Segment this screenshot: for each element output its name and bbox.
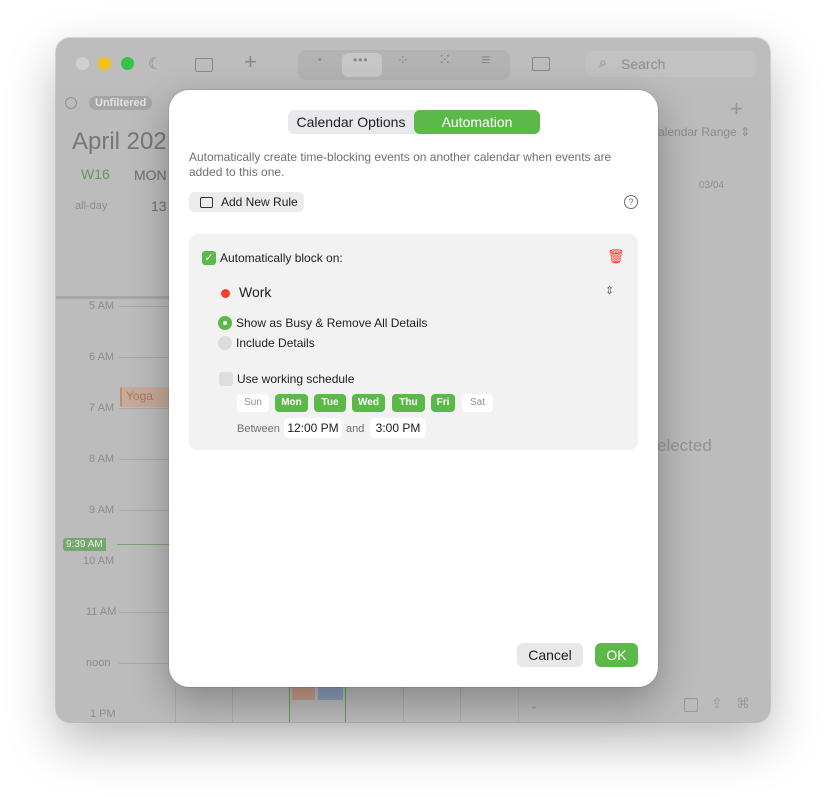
inspector-toggle-icon[interactable] [532,57,550,71]
day-toggle-sat[interactable]: Sat [462,394,493,412]
calendar-color-dot [221,289,230,298]
day-toggle-wed[interactable]: Wed [352,394,385,412]
search-icon: ⌕ [599,54,607,70]
add-new-rule-button[interactable]: Add New Rule [189,192,304,212]
day-toggle-fri[interactable]: Fri [431,394,455,412]
toolbar: ☾ + • ••• ⁘ ⁙ ≡ ⌕ Search [56,38,770,88]
filter-icon[interactable] [65,97,77,109]
allday-divider [56,296,169,299]
day-toggle-thu[interactable]: Thu [392,394,425,412]
zoom-window-button[interactable] [121,57,134,70]
calendar-range-selector[interactable]: alendar Range ⇕ [658,125,750,139]
end-time-field[interactable]: 3:00 PM [370,418,426,438]
day-column-divider [175,686,176,722]
day-column-divider [345,686,346,722]
add-icon[interactable]: + [730,96,743,122]
hour-gridline [119,306,169,307]
hour-label: 1 PM [90,708,116,720]
target-calendar-name: Work [239,284,272,300]
tab-calendar-options[interactable]: Calendar Options [288,110,414,134]
current-time-line [117,544,169,545]
day-column-divider [460,686,461,722]
hour-gridline [119,510,169,511]
automation-rule-panel: ✓ Automatically block on: 🗑 Work ⇕ Show … [189,234,638,450]
calendar-settings-sheet: Calendar Options Automation Automaticall… [169,90,658,687]
tab-bar: Calendar Options Automation [288,110,540,134]
day-column-divider [403,686,404,722]
date-label: 03/04 [699,180,725,191]
hour-label: 10 AM [83,555,115,567]
ok-button[interactable]: OK [595,643,638,667]
hour-label: 5 AM [89,300,115,312]
hour-label: 8 AM [89,453,115,465]
block-enabled-checkbox[interactable]: ✓ [202,251,216,265]
day-column-divider [289,686,290,722]
option-details-radio[interactable] [218,336,232,350]
day-toggle-tue[interactable]: Tue [314,394,346,412]
chevron-up-down-icon: ⇕ [605,285,615,297]
hour-label: 11 AM [86,606,117,618]
year-view-icon[interactable]: ⁙ [438,50,451,70]
help-icon[interactable]: ? [624,195,638,209]
day-toggle-mon[interactable]: Mon [275,394,308,412]
day-column-divider [232,686,233,722]
hour-gridline [119,663,169,664]
sidebar-toggle-icon[interactable] [195,58,213,72]
share-icon[interactable]: ⇪ [711,695,723,712]
chevron-down-icon[interactable]: ⌄ [529,698,539,712]
search-placeholder: Search [621,56,666,72]
trash-icon[interactable]: 🗑 [607,248,625,265]
calendar-event[interactable]: Yoga [120,387,171,407]
minimize-window-button[interactable] [98,57,111,70]
add-new-rule-label: Add New Rule [221,195,298,209]
event-block[interactable] [318,686,343,700]
hour-gridline [119,357,169,358]
hour-gridline [119,612,169,613]
option-details-label: Include Details [236,336,315,350]
month-title: April 202 [72,128,167,155]
tab-automation[interactable]: Automation [414,110,540,134]
hour-label: 7 AM [89,402,115,414]
add-box-icon[interactable] [684,698,698,712]
empty-selection-text: elected [657,436,712,455]
list-view-icon[interactable]: ≡ [481,52,490,70]
working-schedule-label: Use working schedule [237,372,355,386]
between-label: Between [237,423,280,435]
command-icon[interactable]: ⌘ [736,695,750,712]
working-schedule-checkbox[interactable] [219,372,233,386]
day-toggle-sun[interactable]: Sun [237,394,269,412]
day-number: 13 [151,198,167,214]
block-enabled-label: Automatically block on: [220,251,343,265]
day-label: MON [134,167,167,183]
event-title: Yoga [126,389,153,403]
plus-icon[interactable]: + [244,49,257,75]
calendar-range-label: alendar Range [658,125,737,139]
allday-label: all-day [75,200,108,212]
hour-label: 9 AM [89,504,115,516]
month-view-icon[interactable]: ⁘ [397,52,409,69]
week-view-icon[interactable]: ••• [353,53,369,67]
and-label: and [346,423,365,435]
automation-description: Automatically create time-blocking event… [189,150,612,179]
hour-label: 6 AM [89,351,115,363]
close-window-button[interactable] [76,57,89,70]
calendar-add-icon [200,197,213,208]
hour-gridline [119,459,169,460]
filter-badge[interactable]: Unfiltered [89,96,153,110]
start-time-field[interactable]: 12:00 PM [284,418,342,438]
target-calendar-select[interactable]: Work ⇕ [201,280,619,304]
day-view-icon[interactable]: • [318,55,322,66]
hour-gridline [119,408,169,409]
week-number: W16 [81,166,110,182]
current-time-badge: 9:39 AM [63,538,106,551]
cancel-button[interactable]: Cancel [517,643,583,667]
moon-icon[interactable]: ☾ [148,54,162,74]
search-field[interactable] [586,51,756,77]
option-busy-label: Show as Busy & Remove All Details [236,316,428,330]
hour-label: noon [86,657,111,669]
event-block[interactable] [292,686,315,700]
option-busy-radio[interactable] [218,316,232,330]
